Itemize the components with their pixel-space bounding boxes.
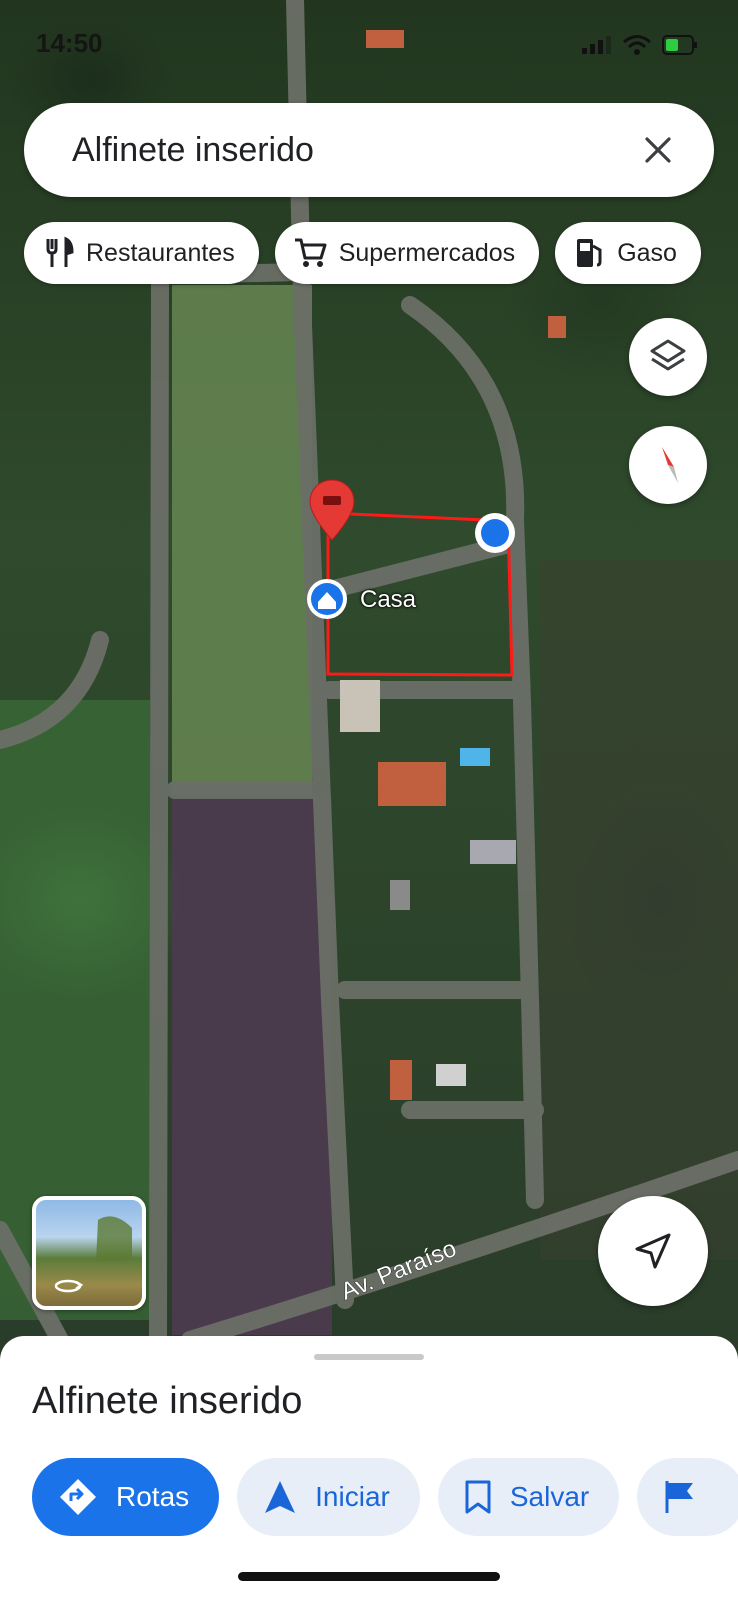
chip-label: Supermercados (338, 238, 516, 267)
saved-place-label[interactable]: Casa (360, 586, 416, 614)
navigation-arrow-icon (635, 1233, 671, 1269)
flag-button[interactable] (637, 1458, 738, 1536)
my-location-button[interactable] (598, 1196, 708, 1306)
directions-icon (60, 1479, 96, 1515)
chip-restaurantes[interactable]: Restaurantes (24, 222, 259, 284)
place-sheet[interactable]: Alfinete inserido Rotas Iniciar Salvar (0, 1336, 738, 1600)
search-title[interactable]: Alfinete inserido (72, 131, 628, 170)
chip-label: Gaso (617, 238, 677, 267)
bookmark-icon (465, 1480, 491, 1514)
start-button[interactable]: Iniciar (237, 1458, 420, 1536)
street-view-rotate-icon (54, 1216, 132, 1293)
satellite-map[interactable]: Av. Paraíso Casa (0, 0, 738, 1340)
layers-icon (650, 339, 686, 371)
search-bar[interactable]: Alfinete inserido (24, 103, 714, 197)
start-label: Iniciar (315, 1481, 390, 1512)
home-indicator[interactable] (238, 1572, 500, 1581)
directions-label: Rotas (116, 1481, 190, 1512)
battery-icon (662, 35, 697, 55)
road-label: Av. Paraíso (337, 1235, 460, 1306)
sheet-handle[interactable] (314, 1354, 424, 1360)
compass-icon (662, 447, 678, 483)
save-label: Salvar (509, 1481, 590, 1512)
cart-icon (294, 238, 327, 267)
directions-button[interactable]: Rotas (32, 1458, 220, 1536)
street-view-thumbnail[interactable] (32, 1196, 146, 1310)
chip-supermercados[interactable]: Supermercados (274, 222, 540, 284)
fuel-icon (577, 239, 602, 267)
status-icons (582, 34, 698, 56)
category-chips: Restaurantes Supermercados Gaso (24, 222, 701, 284)
chip-label: Restaurantes (86, 238, 235, 267)
chip-gaso[interactable]: Gaso (555, 222, 701, 284)
map-features: Av. Paraíso (0, 0, 738, 1340)
save-button[interactable]: Salvar (437, 1458, 620, 1536)
compass-button[interactable] (629, 426, 707, 504)
status-time: 14:50 (36, 28, 103, 58)
navigation-arrow-icon (265, 1481, 296, 1513)
fork-knife-icon (46, 236, 74, 267)
wifi-icon (623, 35, 651, 55)
flag-icon (665, 1481, 694, 1513)
action-buttons: Rotas Iniciar Salvar (32, 1458, 738, 1536)
close-icon[interactable] (628, 120, 688, 180)
layers-button[interactable] (629, 318, 707, 396)
sheet-title: Alfinete inserido (32, 1380, 303, 1422)
signal-icon (582, 36, 611, 54)
